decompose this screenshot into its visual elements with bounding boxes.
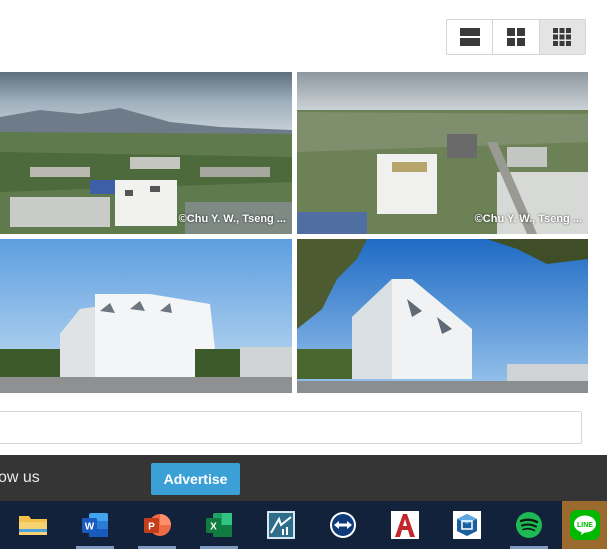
text-input[interactable]: [0, 411, 582, 444]
page-root: ©Chu Y. W., Tseng ... ©Chu Y. W., Tseng …: [0, 0, 607, 549]
svg-text:W: W: [85, 522, 95, 533]
taskbar-autocad[interactable]: [380, 501, 430, 549]
taskbar-surveying-app[interactable]: [256, 501, 306, 549]
three-column-grid-view-icon: [553, 28, 572, 46]
gallery-photo[interactable]: [0, 239, 292, 393]
gallery-photo[interactable]: [297, 239, 588, 393]
excel-icon: X: [206, 513, 232, 537]
line-icon-label: LINE: [577, 522, 593, 529]
taskbar-teamviewer[interactable]: [318, 501, 368, 549]
line-icon: LINE: [569, 510, 600, 540]
site-footer: ow us Advertise: [0, 455, 607, 501]
building-tree-photo-image: [297, 239, 588, 393]
autocad-icon: [391, 511, 419, 539]
view-toggle-group: [446, 19, 586, 55]
taskbar: W P X LINE: [0, 501, 607, 549]
follow-us-text: ow us: [0, 469, 40, 486]
taskbar-excel[interactable]: X: [194, 501, 244, 549]
spotify-icon: [516, 512, 542, 538]
photo-credit: ©Chu Y. W., Tseng ...: [474, 213, 582, 225]
building-photo-image: [0, 239, 292, 393]
taskbar-word[interactable]: W: [70, 501, 120, 549]
taskbar-spotify[interactable]: [504, 501, 554, 549]
powerpoint-icon: P: [144, 514, 171, 536]
taskbar-line[interactable]: LINE: [562, 501, 607, 549]
gallery-photo[interactable]: ©Chu Y. W., Tseng ...: [297, 72, 588, 234]
two-column-grid-view-button[interactable]: [493, 20, 540, 54]
single-column-view-icon: [459, 28, 480, 46]
photo-credit: ©Chu Y. W., Tseng ...: [178, 213, 286, 225]
file-explorer-icon: [19, 516, 47, 535]
taskbar-powerpoint[interactable]: P: [132, 501, 182, 549]
teamviewer-icon: [330, 512, 356, 538]
gallery-photo[interactable]: ©Chu Y. W., Tseng ...: [0, 72, 292, 234]
taskbar-sketchup[interactable]: [442, 501, 492, 549]
aerial-photo-image: [0, 72, 292, 234]
aerial-campus-image: [297, 72, 588, 234]
advertise-button[interactable]: Advertise: [151, 463, 240, 495]
svg-text:X: X: [210, 522, 217, 533]
taskbar-file-explorer[interactable]: [8, 501, 58, 549]
sketchup-icon: [453, 511, 481, 539]
word-icon: W: [82, 513, 108, 537]
svg-text:P: P: [148, 522, 155, 533]
two-column-grid-view-icon: [506, 28, 525, 46]
surveying-app-icon: [267, 511, 295, 539]
single-column-view-button[interactable]: [447, 20, 494, 54]
three-column-grid-view-button[interactable]: [539, 20, 585, 54]
